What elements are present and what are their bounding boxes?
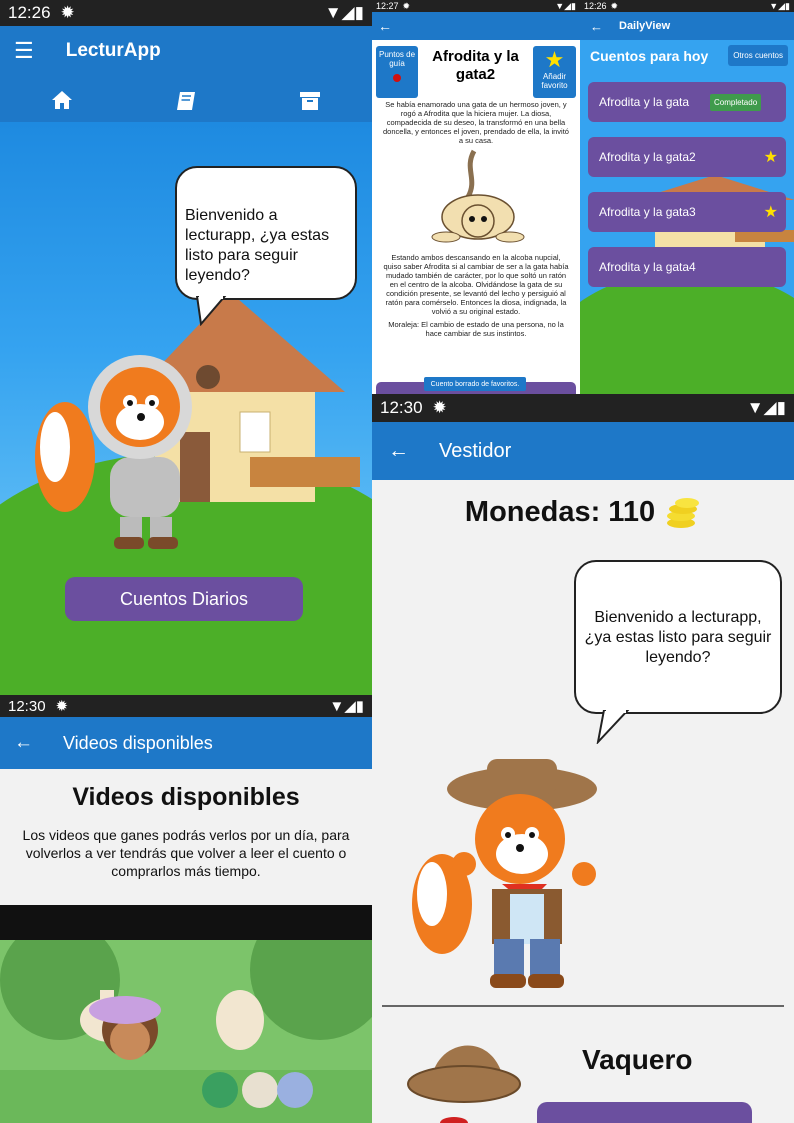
settings-icon: ✹ bbox=[402, 0, 411, 11]
tab-archive[interactable] bbox=[248, 76, 372, 126]
speech-bubble-text: Bienvenido a lecturapp, ¿ya estas listo … bbox=[185, 207, 330, 284]
guide-points-button[interactable]: Puntos de guía bbox=[376, 46, 418, 98]
settings-icon: ✹ bbox=[60, 3, 75, 22]
app-bar: ☰ LecturApp bbox=[0, 26, 372, 76]
tab-books[interactable] bbox=[124, 76, 248, 126]
screen-title: DailyView bbox=[619, 20, 671, 32]
app-bar: ← DailyView bbox=[580, 12, 794, 40]
toast-text: Cuento borrado de favoritos. bbox=[430, 380, 520, 388]
back-arrow-icon[interactable]: ← bbox=[14, 732, 33, 754]
red-dot-icon bbox=[393, 74, 401, 82]
status-bar: 12:27 ✹ ▼◢▮ bbox=[372, 0, 580, 12]
app-title: LecturApp bbox=[65, 40, 161, 61]
home-icon bbox=[52, 90, 72, 109]
story-item-1[interactable]: Afrodita y la gata Completado bbox=[588, 82, 786, 122]
story-item-label: Afrodita y la gata bbox=[599, 95, 690, 109]
tab-bar bbox=[0, 76, 372, 126]
status-time: 12:30 bbox=[8, 697, 46, 715]
completed-badge: Completado bbox=[710, 93, 762, 111]
settings-icon: ✹ bbox=[55, 698, 69, 715]
settings-icon: ✹ bbox=[432, 398, 447, 417]
daily-view-screen: 12:26 ✹ ▼◢▮ ← DailyView Cuentos para hoy … bbox=[580, 0, 794, 394]
star-icon: ★ bbox=[544, 47, 565, 72]
other-stories-label: Otros cuentos bbox=[733, 51, 783, 60]
screen-title: Vestidor bbox=[439, 439, 512, 462]
fox-cowboy-illustration bbox=[412, 759, 597, 988]
back-arrow-icon[interactable]: ← bbox=[590, 19, 603, 34]
videos-heading: Videos disponibles bbox=[72, 783, 300, 811]
equip-outfit-button[interactable] bbox=[537, 1102, 752, 1123]
back-arrow-icon[interactable]: ← bbox=[388, 439, 409, 463]
app-bar: ← Vestidor bbox=[372, 422, 794, 480]
add-favorite-button[interactable]: ★ Añadir favorito bbox=[533, 46, 576, 98]
status-time: 12:26 bbox=[8, 3, 51, 22]
story-item-label: Afrodita y la gata2 bbox=[599, 150, 696, 164]
status-bar: 12:30 ✹ ▼◢▮ bbox=[0, 695, 372, 717]
app-bar: ← bbox=[372, 12, 580, 40]
add-favorite-label: Añadir favorito bbox=[541, 72, 568, 90]
story-header: Puntos de guía Afrodita y la gata2 ★ Aña… bbox=[372, 40, 580, 100]
fox-astronaut-illustration bbox=[35, 355, 192, 549]
other-stories-button[interactable]: Otros cuentos bbox=[728, 45, 788, 66]
coins-row: Monedas: 110 bbox=[372, 496, 794, 529]
battery-icon: ▼◢▮ bbox=[746, 398, 786, 417]
daily-header: Cuentos para hoy Otros cuentos bbox=[580, 40, 794, 66]
story-title: Afrodita y la gata2 bbox=[432, 48, 519, 83]
video-thumbnail[interactable] bbox=[0, 905, 372, 1123]
battery-icon: ▼◢▮ bbox=[555, 0, 576, 11]
battery-icon: ▼◢▮ bbox=[769, 0, 790, 11]
story-item-label: Afrodita y la gata4 bbox=[599, 260, 696, 274]
daily-stories-button-label: Cuentos Diarios bbox=[119, 588, 249, 609]
back-arrow-icon[interactable]: ← bbox=[378, 18, 392, 34]
divider bbox=[382, 1005, 784, 1007]
videos-screen: 12:30 ✹ ▼◢▮ ← Videos disponibles Videos d… bbox=[0, 695, 372, 1123]
cat-illustration bbox=[431, 149, 525, 243]
tab-home[interactable] bbox=[0, 76, 124, 126]
lecturapp-home-screen: 12:26 ✹ ▼◢▮ ☰ LecturApp Bienvenido a lec… bbox=[0, 0, 372, 695]
story-item-3[interactable]: Afrodita y la gata3 ★ bbox=[588, 192, 786, 232]
speech-bubble-text: Bienvenido a lecturapp, ¿ya estas listo … bbox=[584, 609, 772, 666]
status-time: 12:27 bbox=[376, 1, 399, 11]
cowboy-hat-icon bbox=[407, 1045, 521, 1123]
story-moral: Moraleja: El cambio de estado de una per… bbox=[388, 320, 564, 338]
star-icon[interactable]: ★ bbox=[764, 202, 778, 222]
daily-stories-button[interactable]: Cuentos Diarios bbox=[65, 577, 303, 621]
menu-icon[interactable]: ☰ bbox=[14, 38, 34, 64]
story-paragraph-1: Se había enamorado una gata de un hermos… bbox=[383, 100, 569, 145]
speech-bubble-tail bbox=[596, 710, 630, 744]
story-item-label: Afrodita y la gata3 bbox=[599, 205, 696, 219]
story-reader-screen: 12:27 ✹ ▼◢▮ ← Puntos de guía Afrodita y l… bbox=[372, 0, 580, 394]
guide-points-label: Puntos de guía bbox=[378, 50, 416, 68]
coins-counter: Monedas: 110 bbox=[464, 496, 656, 528]
story-item-2[interactable]: Afrodita y la gata2 ★ bbox=[588, 137, 786, 177]
battery-icon: ▼◢▮ bbox=[329, 698, 364, 715]
status-time: 12:26 bbox=[584, 1, 607, 11]
outfit-name: Vaquero bbox=[582, 1044, 693, 1075]
story-paragraph-2: Estando ambos descansando en la alcoba n… bbox=[383, 253, 569, 316]
settings-icon: ✹ bbox=[610, 0, 619, 11]
coins-icon bbox=[667, 497, 700, 528]
status-bar: 12:26 ✹ ▼◢▮ bbox=[0, 0, 372, 26]
book-icon bbox=[177, 92, 195, 110]
status-bar: 12:26 ✹ ▼◢▮ bbox=[580, 0, 794, 12]
cartoon-scene-image bbox=[0, 940, 372, 1123]
archive-icon bbox=[300, 92, 320, 110]
story-item-4[interactable]: Afrodita y la gata4 bbox=[588, 247, 786, 287]
speech-bubble: Bienvenido a lecturapp, ¿ya estas listo … bbox=[175, 166, 357, 300]
speech-bubble: Bienvenido a lecturapp, ¿ya estas listo … bbox=[574, 560, 782, 714]
toast-message: Cuento borrado de favoritos. bbox=[424, 377, 526, 391]
grass-hill bbox=[580, 270, 794, 394]
status-time: 12:30 bbox=[380, 398, 423, 417]
home-scene: Bienvenido a lecturapp, ¿ya estas listo … bbox=[0, 122, 372, 695]
battery-icon: ▼◢▮ bbox=[324, 3, 364, 22]
screen-title: Videos disponibles bbox=[63, 732, 213, 753]
app-bar: ← Videos disponibles bbox=[0, 717, 372, 769]
wardrobe-screen: 12:30 ✹ ▼◢▮ ← Vestidor Monedas: 110 Bienv… bbox=[372, 394, 794, 1123]
speech-bubble-tail bbox=[195, 296, 227, 326]
star-icon[interactable]: ★ bbox=[764, 147, 778, 167]
videos-description: Los videos que ganes podrás verlos por u… bbox=[22, 827, 350, 879]
status-bar: 12:30 ✹ ▼◢▮ bbox=[372, 394, 794, 422]
daily-heading: Cuentos para hoy bbox=[590, 47, 709, 64]
